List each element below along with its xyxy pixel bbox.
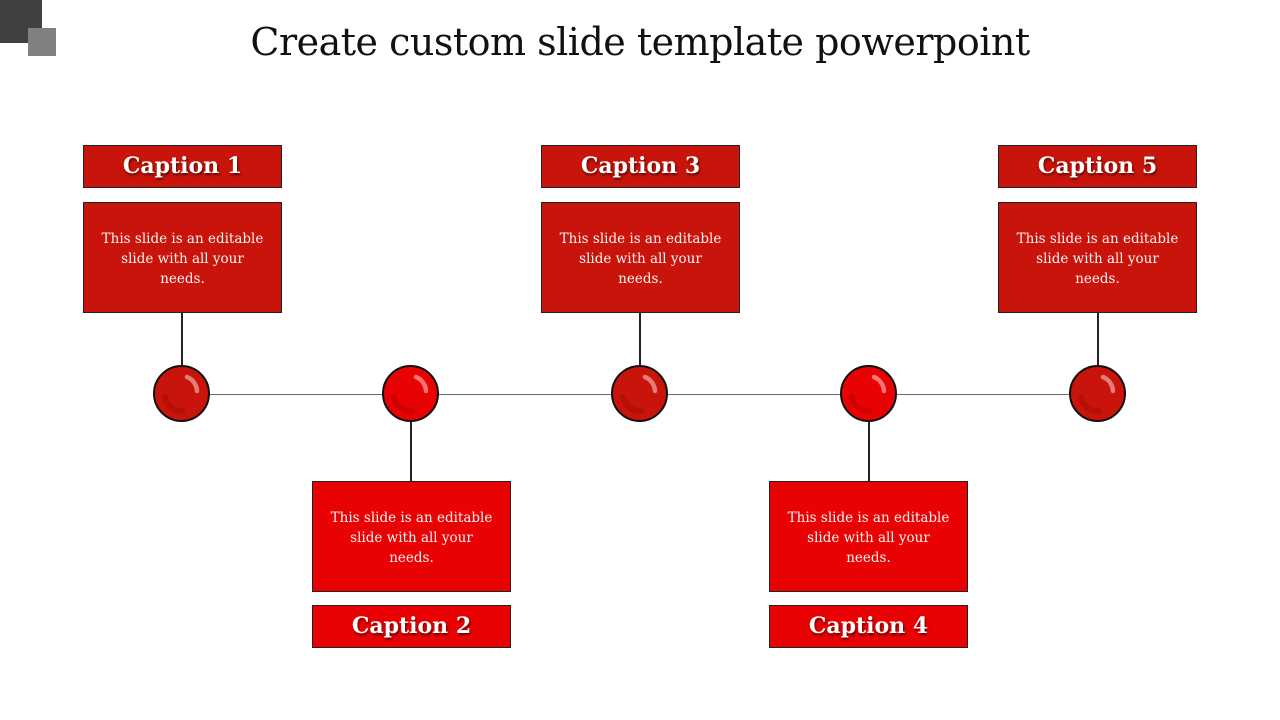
caption-5[interactable]: Caption 5 <box>998 145 1197 188</box>
highlight-arc <box>184 374 200 394</box>
highlight-arc <box>871 374 887 394</box>
text-box-4-text: This slide is an editable slide with all… <box>787 510 950 566</box>
sphere-highlight-icon <box>1078 374 1116 415</box>
connector-2 <box>410 422 412 481</box>
highlight-arc <box>642 374 658 394</box>
text-box-5-text: This slide is an editable slide with all… <box>1016 231 1179 287</box>
timeline-node-4[interactable] <box>840 365 897 422</box>
connector-1 <box>181 313 183 366</box>
sphere-highlight-icon <box>391 374 429 415</box>
text-box-1[interactable]: This slide is an editable slide with all… <box>83 202 282 313</box>
highlight-arc <box>1100 374 1116 394</box>
shadow-arc <box>391 394 415 415</box>
text-box-2[interactable]: This slide is an editable slide with all… <box>312 481 511 592</box>
sphere-highlight-icon <box>620 374 658 415</box>
timeline-node-5[interactable] <box>1069 365 1126 422</box>
shadow-arc <box>162 394 186 415</box>
highlight-arc <box>413 374 429 394</box>
timeline-node-1[interactable] <box>153 365 210 422</box>
text-box-4[interactable]: This slide is an editable slide with all… <box>769 481 968 592</box>
text-box-1-text: This slide is an editable slide with all… <box>101 231 264 287</box>
text-box-3[interactable]: This slide is an editable slide with all… <box>541 202 740 313</box>
timeline-node-2[interactable] <box>382 365 439 422</box>
caption-4[interactable]: Caption 4 <box>769 605 968 648</box>
shadow-arc <box>1078 394 1102 415</box>
slide-title: Create custom slide template powerpoint <box>250 20 1030 64</box>
text-box-2-text: This slide is an editable slide with all… <box>330 510 493 566</box>
caption-3[interactable]: Caption 3 <box>541 145 740 188</box>
timeline-node-3[interactable] <box>611 365 668 422</box>
text-box-5[interactable]: This slide is an editable slide with all… <box>998 202 1197 313</box>
connector-3 <box>639 313 641 366</box>
shadow-arc <box>620 394 644 415</box>
caption-1[interactable]: Caption 1 <box>83 145 282 188</box>
caption-2[interactable]: Caption 2 <box>312 605 511 648</box>
connector-5 <box>1097 313 1099 366</box>
text-box-3-text: This slide is an editable slide with all… <box>559 231 722 287</box>
sphere-highlight-icon <box>162 374 200 415</box>
shadow-arc <box>849 394 873 415</box>
connector-4 <box>868 422 870 481</box>
sphere-highlight-icon <box>849 374 887 415</box>
